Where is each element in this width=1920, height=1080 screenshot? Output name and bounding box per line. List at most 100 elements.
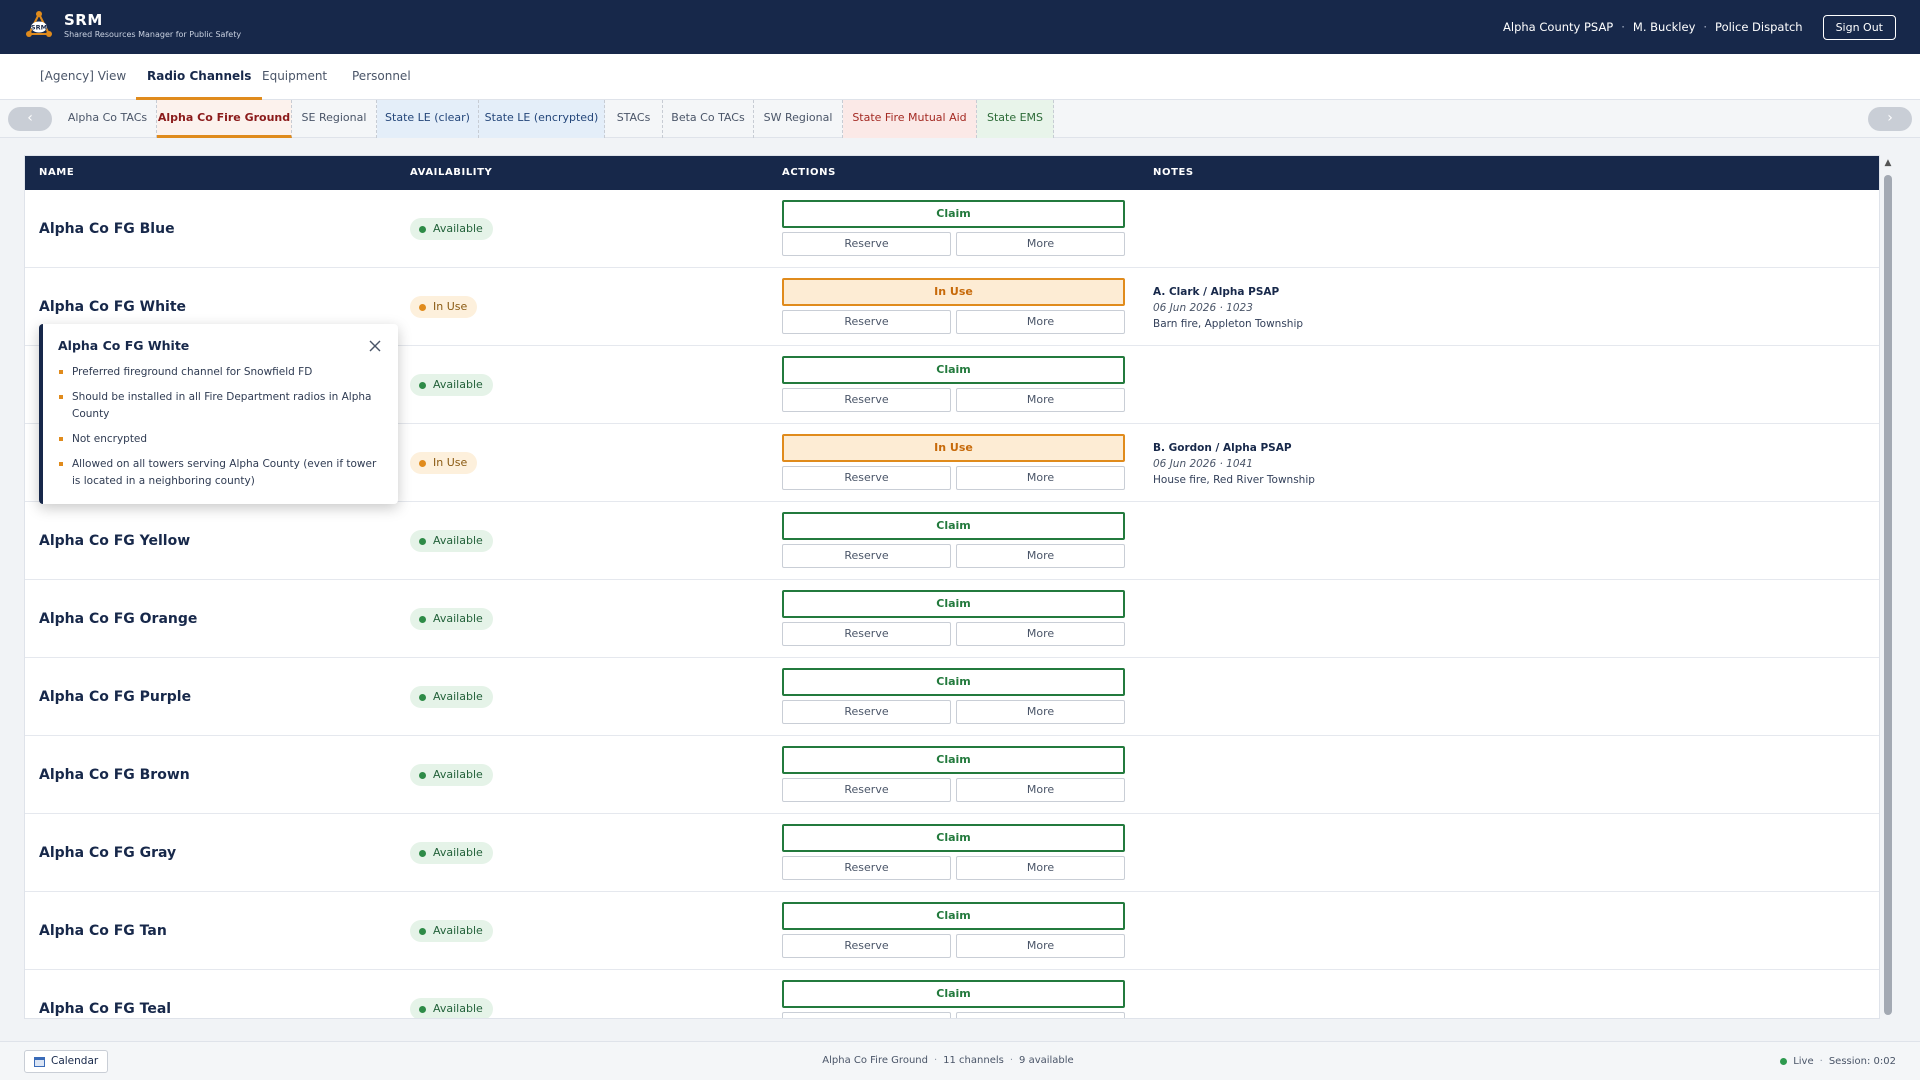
table-header: NAME AVAILABILITY ACTIONS NOTES xyxy=(25,156,1879,190)
more-button[interactable]: More xyxy=(956,700,1125,724)
more-button[interactable]: More xyxy=(956,466,1125,490)
status-dot-icon xyxy=(419,381,426,389)
reserve-button[interactable]: Reserve xyxy=(782,544,951,568)
subtab-alpha-co-tacs[interactable]: Alpha Co TACs xyxy=(59,100,157,138)
tab-agency-view[interactable]: [Agency] View xyxy=(40,54,126,100)
channel-note: A. Clark / Alpha PSAP 06 Jun 2026 · 1023 B… xyxy=(1153,284,1303,332)
status-dot-icon xyxy=(419,459,426,467)
claim-button[interactable]: Claim xyxy=(782,746,1125,774)
reserve-button[interactable]: Reserve xyxy=(782,778,951,802)
status-badge: Available xyxy=(410,530,493,552)
table-row: Alpha Co FG Tan Available Claim Reserve More xyxy=(25,892,1879,970)
status-label: Available xyxy=(433,690,483,703)
chevron-right-icon[interactable]: › xyxy=(1868,107,1912,131)
status-badge: Available xyxy=(410,374,493,396)
brand: SRM Shared Resources Manager for Public … xyxy=(64,11,241,41)
more-button[interactable]: More xyxy=(956,778,1125,802)
popup-note-item: Should be installed in all Fire Departme… xyxy=(58,389,378,423)
session-status: Live · Session: 0:02 xyxy=(1780,1050,1896,1072)
channel-name: Alpha Co FG Teal xyxy=(39,1001,172,1017)
subtab-state-fire-mutual-aid[interactable]: State Fire Mutual Aid xyxy=(843,100,977,138)
claim-button[interactable]: Claim xyxy=(782,356,1125,384)
popup-note-item: Preferred fireground channel for Snowfie… xyxy=(58,364,378,381)
live-indicator-icon xyxy=(1780,1057,1788,1065)
main-nav: [Agency] View Radio Channels Equipment P… xyxy=(0,54,1920,100)
in-use-button[interactable]: In Use xyxy=(782,278,1125,306)
note-user: A. Clark / Alpha PSAP xyxy=(1153,286,1280,298)
app-subtitle: Shared Resources Manager for Public Safe… xyxy=(64,30,242,39)
subtab-state-le-encrypted[interactable]: State LE (encrypted) xyxy=(479,100,605,138)
chevron-left-icon[interactable]: ‹ xyxy=(8,107,52,131)
subtab-sw-regional[interactable]: SW Regional xyxy=(754,100,843,138)
close-icon[interactable] xyxy=(368,339,382,353)
claim-button[interactable]: Claim xyxy=(782,512,1125,540)
channel-name: Alpha Co FG Tan xyxy=(39,923,167,939)
claim-button[interactable]: Claim xyxy=(782,902,1125,930)
tab-radio-channels[interactable]: Radio Channels xyxy=(136,54,263,100)
reserve-button[interactable]: Reserve xyxy=(782,700,951,724)
claim-button[interactable]: Claim xyxy=(782,590,1125,618)
popup-note-item: Not encrypted xyxy=(58,431,378,448)
svg-text:SRM: SRM xyxy=(31,24,47,32)
status-badge: Available xyxy=(410,686,493,708)
reserve-button[interactable]: Reserve xyxy=(782,622,951,646)
session-time: 0:02 xyxy=(1873,1055,1896,1067)
user-role: Police Dispatch xyxy=(1715,20,1803,34)
popup-title: Alpha Co FG White xyxy=(58,338,190,353)
reserve-button[interactable]: Reserve xyxy=(782,466,951,490)
status-label: Available xyxy=(433,378,483,391)
more-button[interactable]: More xyxy=(956,310,1125,334)
col-availability: AVAILABILITY xyxy=(410,167,493,178)
scrollbar-thumb[interactable] xyxy=(1884,175,1892,1015)
note-timestamp: 06 Jun 2026 · 1023 xyxy=(1153,302,1253,314)
subtab-alpha-co-fire-ground[interactable]: Alpha Co Fire Ground xyxy=(157,100,292,138)
scroll-up-icon[interactable]: ▲ xyxy=(1883,158,1893,168)
status-badge: Available xyxy=(410,998,493,1018)
more-button[interactable]: More xyxy=(956,232,1125,256)
session-label: Session: xyxy=(1828,1055,1871,1067)
status-badge: Available xyxy=(410,764,493,786)
subtab-beta-co-tacs[interactable]: Beta Co TACs xyxy=(663,100,754,138)
status-label: Available xyxy=(433,924,483,937)
claim-button[interactable]: Claim xyxy=(782,824,1125,852)
footer-group: Alpha Co Fire Ground xyxy=(822,1055,928,1066)
channel-name: Alpha Co FG Purple xyxy=(39,689,192,705)
status-dot-icon xyxy=(419,849,426,857)
subtab-stacs[interactable]: STACs xyxy=(605,100,663,138)
table-row: Alpha Co FG Blue Available Claim Reserve Mor… xyxy=(25,190,1879,268)
more-button[interactable]: More xyxy=(956,856,1125,880)
channel-name: Alpha Co FG Gray xyxy=(39,845,177,861)
reserve-button[interactable]: Reserve xyxy=(782,388,951,412)
status-dot-icon xyxy=(419,615,426,623)
reserve-button[interactable]: Reserve xyxy=(782,934,951,958)
col-name: NAME xyxy=(39,167,75,178)
in-use-button[interactable]: In Use xyxy=(782,434,1125,462)
reserve-button[interactable]: Reserve xyxy=(782,310,951,334)
more-button[interactable]: More xyxy=(956,388,1125,412)
subtab-state-le-clear[interactable]: State LE (clear) xyxy=(377,100,479,138)
channel-name: Alpha Co FG Yellow xyxy=(39,533,191,549)
note-text: Barn fire, Appleton Township xyxy=(1153,318,1304,330)
status-dot-icon xyxy=(419,225,426,233)
status-label: Available xyxy=(433,768,483,781)
more-button[interactable]: More xyxy=(956,622,1125,646)
claim-button[interactable]: Claim xyxy=(782,668,1125,696)
subtab-se-regional[interactable]: SE Regional xyxy=(292,100,377,138)
col-notes: NOTES xyxy=(1153,167,1194,178)
status-badge: In Use xyxy=(410,296,478,318)
claim-button[interactable]: Claim xyxy=(782,200,1125,228)
sign-out-button[interactable]: Sign Out xyxy=(1822,14,1896,40)
tab-personnel[interactable]: Personnel xyxy=(352,54,411,100)
reserve-button[interactable]: Reserve xyxy=(782,1012,951,1018)
more-button[interactable]: More xyxy=(956,934,1125,958)
reserve-button[interactable]: Reserve xyxy=(782,856,951,880)
status-dot-icon xyxy=(419,693,426,701)
table-row: Alpha Co FG Gray Available Claim Reserve Mor… xyxy=(25,814,1879,892)
status-badge: Available xyxy=(410,218,493,240)
more-button[interactable]: More xyxy=(956,1012,1125,1018)
subtab-state-ems[interactable]: State EMS xyxy=(977,100,1054,138)
claim-button[interactable]: Claim xyxy=(782,980,1125,1008)
tab-equipment[interactable]: Equipment xyxy=(262,54,327,100)
more-button[interactable]: More xyxy=(956,544,1125,568)
reserve-button[interactable]: Reserve xyxy=(782,232,951,256)
